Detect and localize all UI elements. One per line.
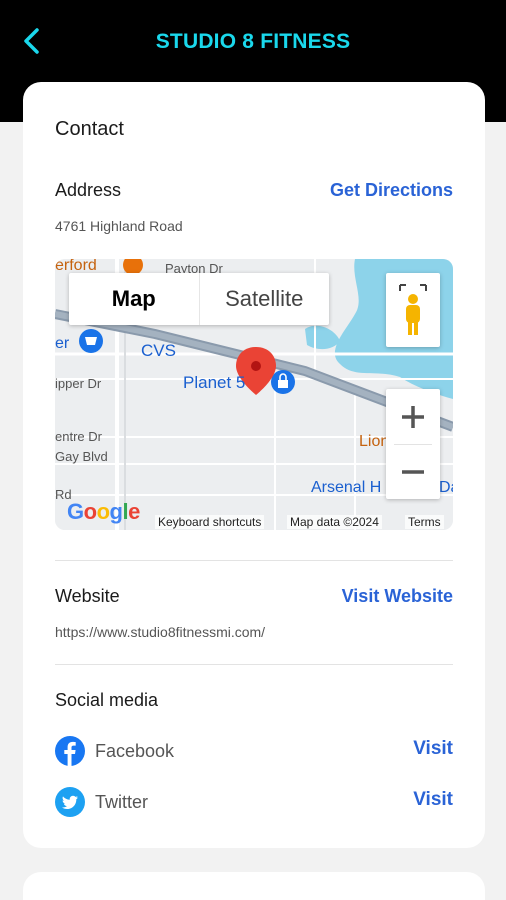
pegman-icon <box>399 284 427 335</box>
next-card <box>23 872 485 900</box>
map-label-da: Da <box>439 479 453 496</box>
map-label-pipper: ipper Dr <box>55 376 102 391</box>
keyboard-shortcuts-link[interactable]: Keyboard shortcuts <box>155 515 265 529</box>
address-label: Address <box>55 180 122 200</box>
visit-facebook-link[interactable]: Visit <box>413 738 453 760</box>
map-label-planet: Planet 5 <box>183 373 246 392</box>
map-type-control: Map Satellite <box>69 273 329 325</box>
street-view-button[interactable] <box>386 273 440 347</box>
social-item-facebook: Facebook Visit <box>55 736 453 766</box>
zoom-out-button[interactable] <box>386 444 440 499</box>
map-label-gay: Gay Blvd <box>55 449 108 464</box>
get-directions-link[interactable]: Get Directions <box>330 180 453 201</box>
plus-icon <box>402 405 424 428</box>
website-label: Website <box>55 586 120 606</box>
location-map[interactable]: erford Payton Dr er CVS Planet 5 ipper D… <box>55 259 453 530</box>
map-data-attribution: Map data ©2024 <box>287 515 382 529</box>
map-label-lion: Lion <box>359 433 390 450</box>
terms-link[interactable]: Terms <box>405 515 444 529</box>
address-text: 4761 Highland Road <box>55 218 183 234</box>
social-media-heading: Social media <box>55 690 159 710</box>
social-item-twitter: Twitter Visit <box>55 787 453 817</box>
social-name: Twitter <box>95 792 149 812</box>
minus-icon <box>402 469 424 474</box>
zoom-control <box>386 389 440 499</box>
google-logo: Google <box>67 499 140 524</box>
map-label-cvs: CVS <box>141 341 176 360</box>
visit-twitter-link[interactable]: Visit <box>413 789 453 811</box>
contact-heading: Contact <box>55 118 124 140</box>
zoom-in-button[interactable] <box>386 389 440 444</box>
social-name: Facebook <box>95 741 175 761</box>
facebook-icon <box>55 736 85 766</box>
map-label-er: er <box>55 335 70 352</box>
zoom-divider <box>394 444 432 445</box>
map-label-centre: entre Dr <box>55 429 102 444</box>
map-type-map-button[interactable]: Map <box>69 273 200 325</box>
visit-website-link[interactable]: Visit Website <box>342 586 453 607</box>
contact-card: Contact Address Get Directions 4761 High… <box>23 82 485 848</box>
divider <box>55 560 453 561</box>
map-type-satellite-button[interactable]: Satellite <box>200 273 330 325</box>
twitter-icon <box>55 787 85 817</box>
website-url: https://www.studio8fitnessmi.com/ <box>55 624 266 640</box>
divider <box>55 664 453 665</box>
page-title: STUDIO 8 FITNESS <box>155 30 351 53</box>
map-label-arsenal: Arsenal H <box>311 479 382 496</box>
